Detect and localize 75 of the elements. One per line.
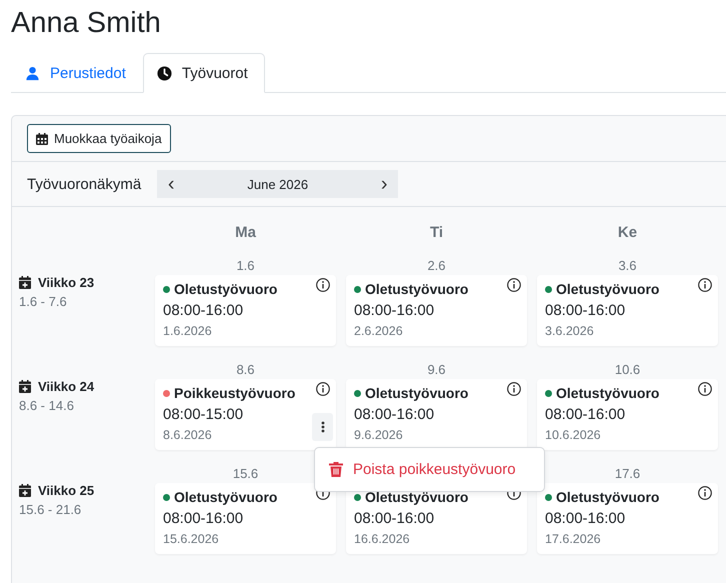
more-button[interactable] (312, 413, 333, 441)
shift-title: Oletustyövuoro (556, 385, 660, 401)
info-icon[interactable] (698, 278, 712, 292)
shift-time: 08:00-16:00 (545, 406, 626, 423)
day-number: 15.6 (232, 466, 258, 481)
shift-title: Oletustyövuoro (365, 489, 468, 505)
page-title: Anna Smith (11, 6, 161, 40)
shift-title: Oletustyövuoro (365, 281, 468, 297)
shift-date: 10.6.2026 (545, 428, 602, 442)
month-label: June 2026 (246, 176, 310, 192)
person-icon (25, 66, 40, 80)
shift-card[interactable]: Oletustyövuoro 08:00-16:00 10.6.2026 (537, 379, 718, 450)
week-label: Viikko 23 (38, 275, 94, 290)
shift-card[interactable]: Oletustyövuoro 08:00-16:00 17.6.2026 (537, 483, 718, 554)
more-icon (320, 421, 324, 433)
week-label: Viikko 25 (38, 483, 94, 498)
shift-date: 9.6.2026 (354, 428, 404, 442)
trash-icon (329, 462, 343, 477)
shift-time: 08:00-15:00 (163, 406, 244, 423)
shift-date: 1.6.2026 (163, 324, 213, 338)
shift-card[interactable]: Oletustyövuoro 08:00-16:00 9.6.2026 (346, 379, 527, 450)
day-number: 3.6 (618, 258, 637, 273)
shift-card[interactable]: Oletustyövuoro 08:00-16:00 2.6.2026 (346, 275, 527, 346)
shift-time: 08:00-16:00 (354, 302, 436, 319)
calendar-plus-icon (19, 276, 31, 289)
calendar-icon (36, 132, 48, 144)
day-number: 2.6 (427, 258, 446, 273)
info-icon[interactable] (316, 278, 330, 292)
shift-title: Oletustyövuoro (556, 281, 660, 297)
info-icon[interactable] (507, 278, 521, 292)
week-label: Viikko 24 (38, 379, 94, 394)
shift-time: 08:00-16:00 (545, 302, 626, 319)
shift-card[interactable]: Oletustyövuoro 08:00-16:00 3.6.2026 (537, 275, 718, 346)
tab[interactable]: Perustiedot (11, 53, 143, 93)
shift-card[interactable]: Oletustyövuoro 08:00-16:00 1.6.2026 (155, 275, 336, 346)
view-label: Työvuoronäkymä (27, 176, 142, 192)
clock-icon (156, 66, 172, 80)
info-icon[interactable] (507, 382, 521, 396)
shift-title: Oletustyövuoro (174, 489, 278, 505)
shift-title: Oletustyövuoro (174, 281, 278, 297)
week-range: 1.6 - 7.6 (19, 294, 68, 309)
day-number: 1.6 (236, 258, 255, 273)
shift-date: 3.6.2026 (545, 324, 595, 338)
weekday-header: Ti (430, 224, 444, 241)
shift-title: Poikkeustyövuoro (174, 385, 296, 401)
weekday-header: Ma (235, 224, 256, 241)
shift-date: 15.6.2026 (163, 532, 220, 546)
shift-card[interactable]: Oletustyövuoro 08:00-16:00 15.6.2026 (155, 483, 336, 554)
shift-title: Oletustyövuoro (556, 489, 660, 505)
shift-time: 08:00-16:00 (163, 302, 244, 319)
day-number: 9.6 (427, 362, 446, 377)
previous-month-button[interactable]: ‹ (157, 170, 186, 198)
info-icon[interactable] (698, 382, 712, 396)
week-range: 15.6 - 21.6 (19, 502, 82, 517)
shift-title: Oletustyövuoro (365, 385, 468, 401)
day-number: 8.6 (236, 362, 255, 377)
info-icon[interactable] (316, 382, 330, 396)
week-range: 8.6 - 14.6 (19, 398, 75, 413)
calendar-plus-icon (19, 484, 31, 497)
shift-date: 8.6.2026 (163, 428, 213, 442)
shift-time: 08:00-16:00 (163, 510, 244, 527)
shift-date: 16.6.2026 (354, 532, 411, 546)
shift-time: 08:00-16:00 (354, 406, 436, 423)
shift-time: 08:00-16:00 (545, 510, 626, 527)
shift-time: 08:00-16:00 (354, 510, 436, 527)
tab[interactable]: Työvuorot (142, 53, 265, 93)
day-number: 10.6 (614, 362, 640, 377)
shift-date: 2.6.2026 (354, 324, 404, 338)
next-month-button[interactable]: › (370, 170, 398, 198)
day-number: 17.6 (614, 466, 640, 481)
calendar-plus-icon (19, 380, 31, 393)
info-icon[interactable] (698, 486, 712, 500)
shift-date: 17.6.2026 (545, 532, 602, 546)
weekday-header: Ke (618, 224, 638, 241)
edit-hours-button[interactable]: Muokkaa työaikoja (27, 124, 171, 153)
